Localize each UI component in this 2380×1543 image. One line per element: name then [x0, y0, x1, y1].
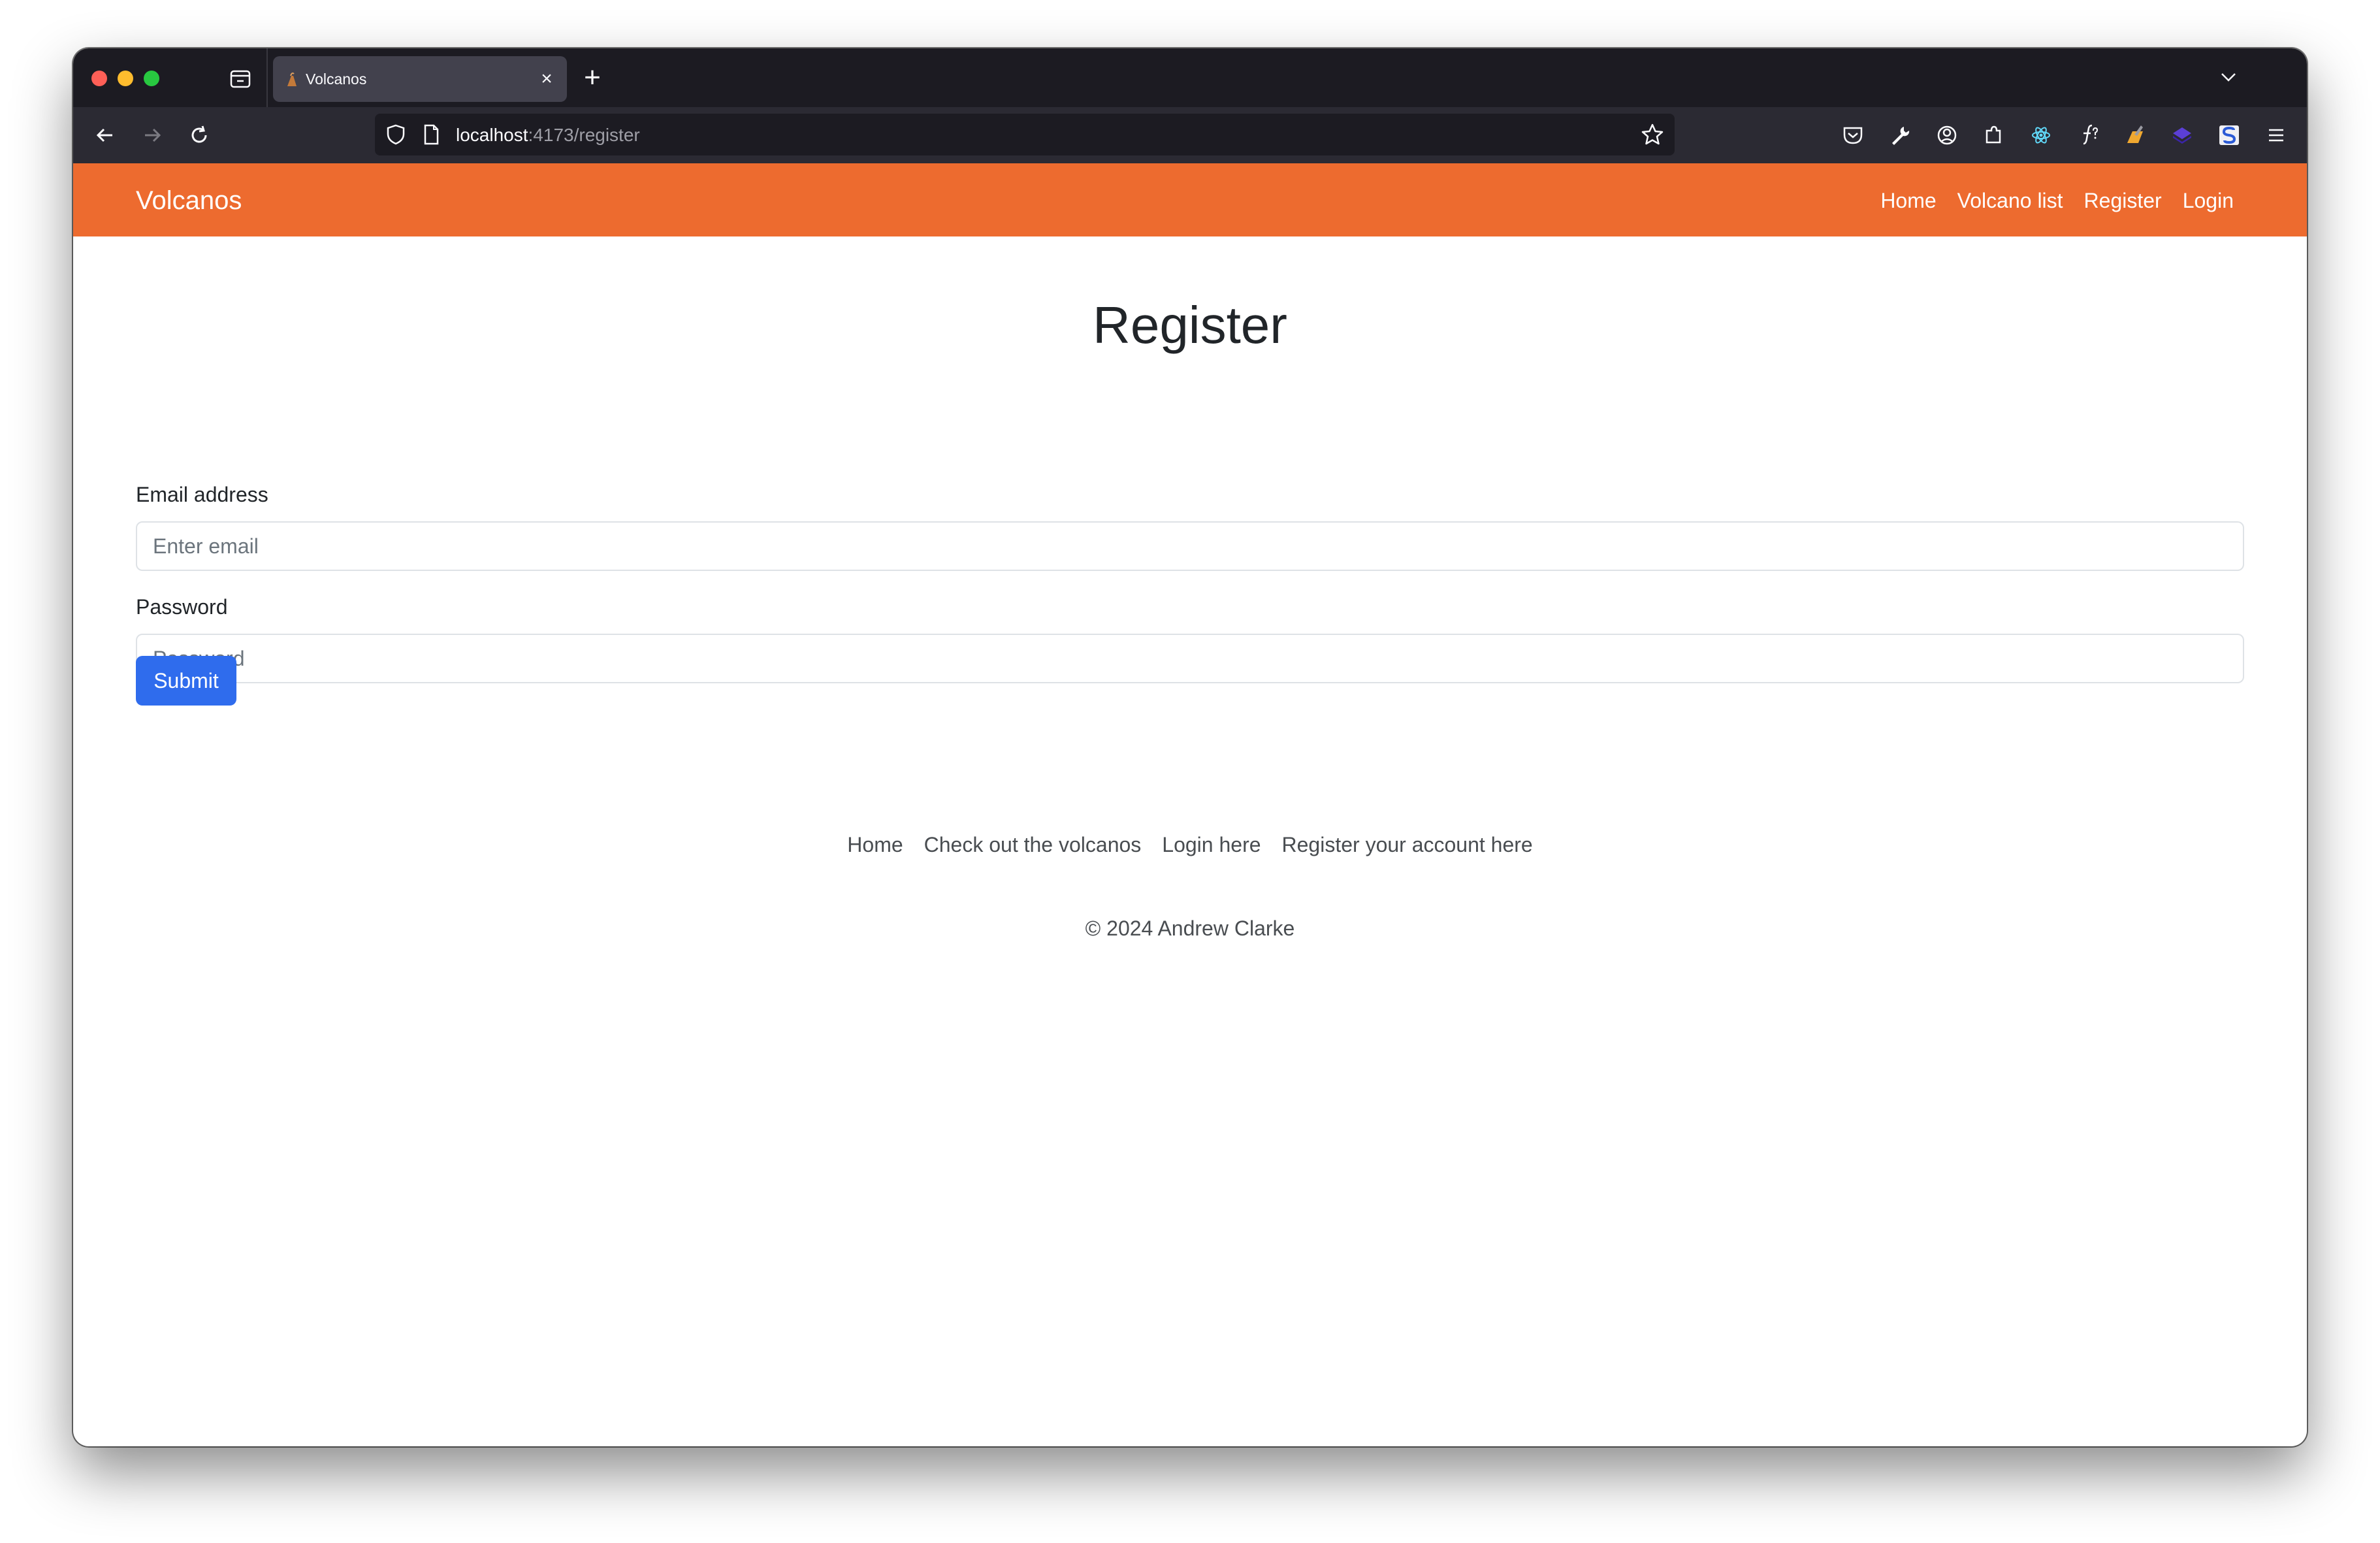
- footer-volcanos-link[interactable]: Check out the volcanos: [924, 832, 1142, 857]
- active-tab[interactable]: Volcanos ×: [273, 56, 567, 102]
- account-icon[interactable]: [1933, 122, 1961, 149]
- tab-overview-icon[interactable]: [227, 65, 253, 91]
- color-picker-icon[interactable]: [2121, 122, 2149, 149]
- reload-icon[interactable]: [185, 122, 213, 149]
- url-text[interactable]: localhost:4173/register: [456, 125, 640, 145]
- new-tab-button[interactable]: +: [576, 61, 609, 94]
- minimize-window-button[interactable]: [118, 71, 133, 86]
- browser-window: Volcanos × + localhost:4173/register Vol…: [73, 48, 2307, 1446]
- pocket-icon[interactable]: [1839, 122, 1867, 149]
- site-nav: Home Volcano list Register Login: [1880, 188, 2234, 213]
- copyright-text: © 2024 Andrew Clarke: [1085, 917, 1295, 940]
- url-path: :4173/register: [528, 125, 640, 145]
- submit-button[interactable]: Submit: [136, 656, 236, 706]
- nav-home-link[interactable]: Home: [1880, 188, 1936, 213]
- nav-volcano-list-link[interactable]: Volcano list: [1957, 188, 2063, 213]
- wrench-icon[interactable]: [1886, 122, 1914, 149]
- font-finder-icon[interactable]: [2074, 122, 2102, 149]
- close-window-button[interactable]: [91, 71, 107, 86]
- site-header: Volcanos Home Volcano list Register Logi…: [73, 163, 2307, 236]
- bookmark-star-icon[interactable]: [1639, 122, 1665, 148]
- tab-bar: Volcanos × +: [73, 48, 2307, 107]
- stylus-extension-icon[interactable]: [2215, 122, 2243, 149]
- password-field[interactable]: [136, 634, 2244, 683]
- nav-register-link[interactable]: Register: [2084, 188, 2162, 213]
- chevron-down-icon[interactable]: [2215, 64, 2242, 90]
- footer-register-link[interactable]: Register your account here: [1282, 832, 1533, 857]
- tab-title: Volcanos: [306, 71, 367, 88]
- back-arrow-icon[interactable]: [91, 122, 119, 149]
- layers-extension-icon[interactable]: [2168, 122, 2196, 149]
- nav-login-link[interactable]: Login: [2183, 188, 2234, 213]
- url-host: localhost: [456, 125, 528, 145]
- react-devtools-icon[interactable]: [2027, 122, 2055, 149]
- volcano-favicon-icon: [287, 73, 297, 86]
- menu-icon[interactable]: [2262, 122, 2290, 149]
- footer-nav: Home Check out the volcanos Login here R…: [73, 832, 2307, 857]
- navigation-toolbar: localhost:4173/register: [73, 107, 2307, 163]
- page-icon[interactable]: [419, 123, 443, 146]
- page-title: Register: [1093, 296, 1287, 354]
- email-label: Email address: [136, 483, 268, 506]
- forward-arrow-icon[interactable]: [138, 122, 166, 149]
- tab-separator: [266, 48, 268, 107]
- password-label: Password: [136, 595, 228, 619]
- footer-home-link[interactable]: Home: [847, 832, 903, 857]
- address-bar[interactable]: localhost:4173/register: [375, 114, 1675, 155]
- maximize-window-button[interactable]: [144, 71, 159, 86]
- extensions-puzzle-icon[interactable]: [1980, 122, 2008, 149]
- email-field[interactable]: [136, 521, 2244, 571]
- footer-login-link[interactable]: Login here: [1162, 832, 1261, 857]
- shield-icon[interactable]: [384, 123, 408, 146]
- close-tab-icon[interactable]: ×: [536, 68, 558, 90]
- brand-link[interactable]: Volcanos: [136, 186, 242, 216]
